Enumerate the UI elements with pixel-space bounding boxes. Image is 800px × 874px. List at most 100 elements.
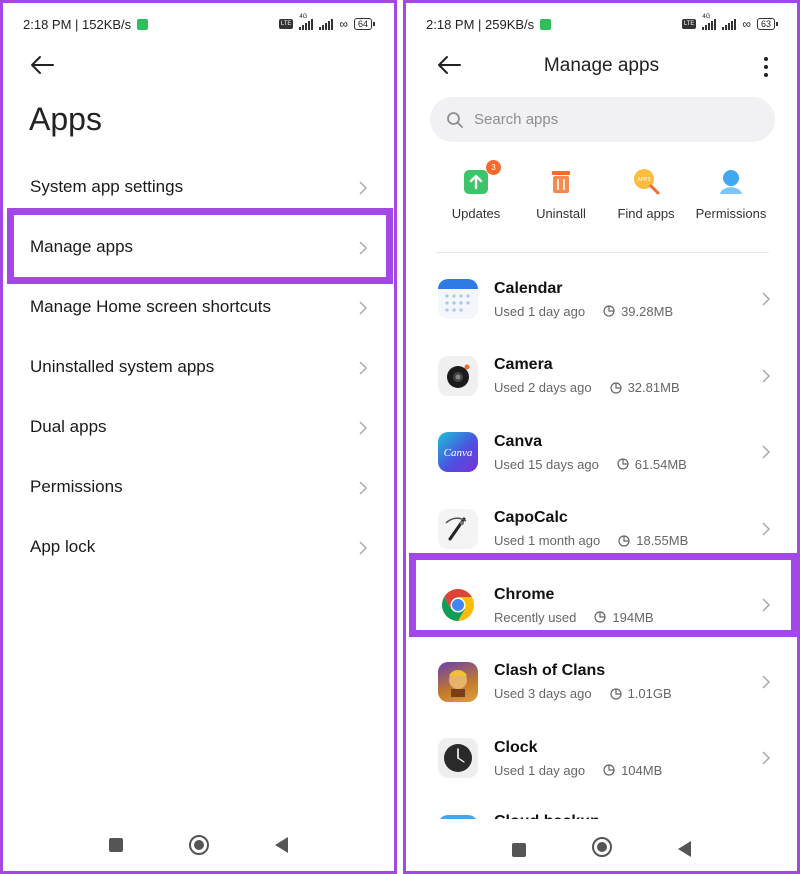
menu-item-dual-apps[interactable]: Dual apps — [3, 397, 394, 457]
signal-icon-2 — [319, 18, 334, 30]
chevron-right-icon — [358, 300, 368, 320]
back-triangle-icon[interactable] — [275, 837, 288, 853]
page-title: Apps — [29, 101, 102, 137]
right-screen: 2:18 PM | 259KB/s LTE 4G ∞ 63 Manage app… — [403, 0, 800, 874]
chevron-right-icon — [358, 480, 368, 500]
status-time: 2:18 PM | 259KB/s — [426, 16, 535, 32]
app-row-clock[interactable]: Clock Used 1 day ago 104MB — [406, 720, 797, 797]
battery-icon: 63 — [756, 18, 779, 30]
hotspot-icon: ∞ — [742, 17, 751, 31]
menu-item-permissions[interactable]: Permissions — [3, 457, 394, 517]
app-size: 39.28MB — [621, 303, 674, 319]
network-type: 4G — [702, 13, 711, 20]
chevron-right-icon — [358, 240, 368, 260]
apps-menu: System app settings Manage apps Manage H… — [3, 157, 394, 577]
chevron-right-icon — [358, 420, 368, 440]
quick-action-permissions[interactable]: Permissions — [691, 166, 771, 221]
status-bar: 2:18 PM | 259KB/s LTE 4G ∞ 63 — [426, 13, 779, 35]
storage-pie-icon — [609, 382, 622, 394]
quick-action-uninstall[interactable]: Uninstall — [521, 166, 601, 221]
quick-action-label: Find apps — [617, 206, 675, 221]
app-size: 104MB — [621, 762, 663, 778]
permissions-icon — [716, 166, 746, 196]
app-row-calendar[interactable]: Calendar Used 1 day ago 39.28MB — [406, 261, 797, 338]
menu-item-uninstalled-system-apps[interactable]: Uninstalled system apps — [3, 337, 394, 397]
app-row-capocalc[interactable]: CapoCalc Used 1 month ago 18.55MB — [406, 491, 797, 568]
home-icon[interactable] — [592, 837, 612, 857]
chevron-right-icon — [358, 360, 368, 380]
search-bar[interactable] — [430, 97, 775, 142]
updates-icon: 3 — [461, 160, 501, 196]
home-icon[interactable] — [189, 835, 209, 855]
left-screen: 2:18 PM | 152KB/s LTE 4G ∞ 64 Apps Syste… — [0, 0, 397, 874]
app-name: Clash of Clans — [494, 662, 606, 680]
find-apps-icon-text: APPS — [637, 177, 651, 183]
recents-icon[interactable] — [109, 838, 123, 852]
menu-item-label: Manage apps — [30, 237, 134, 256]
status-time: 2:18 PM | 152KB/s — [23, 16, 132, 32]
menu-item-manage-apps[interactable]: Manage apps — [3, 217, 394, 277]
chevron-right-icon — [761, 445, 771, 464]
canva-icon-text: Canva — [444, 447, 473, 459]
menu-item-label: Permissions — [30, 477, 123, 496]
menu-item-manage-home-screen-shortcuts[interactable]: Manage Home screen shortcuts — [3, 277, 394, 337]
page-title: Manage apps — [543, 55, 660, 76]
menu-item-label: Uninstalled system apps — [30, 357, 215, 376]
app-list: Calendar Used 1 day ago 39.28MB Camera Us… — [406, 261, 797, 871]
storage-pie-icon — [617, 458, 629, 470]
canva-app-icon: Canva — [438, 432, 478, 473]
quick-action-find-apps[interactable]: APPS Find apps — [606, 166, 686, 221]
volte-icon: LTE — [278, 19, 294, 29]
app-last-used: Used 1 day ago — [494, 762, 586, 778]
app-last-used: Used 1 month ago — [494, 533, 601, 549]
menu-item-label: App lock — [30, 537, 96, 556]
recents-icon[interactable] — [512, 843, 526, 857]
app-last-used: Used 15 days ago — [494, 456, 599, 472]
menu-item-label: System app settings — [30, 177, 184, 196]
notification-icon — [137, 18, 149, 30]
back-triangle-icon[interactable] — [678, 841, 691, 857]
volte-icon: LTE — [681, 19, 697, 29]
app-size: 194MB — [612, 609, 654, 625]
app-last-used: Used 3 days ago — [494, 686, 592, 702]
chevron-right-icon — [761, 369, 771, 388]
app-row-clash-of-clans[interactable]: Clash of Clans Used 3 days ago 1.01GB — [406, 644, 797, 721]
notification-icon — [540, 18, 552, 30]
app-size: 18.55MB — [636, 533, 689, 549]
storage-pie-icon — [603, 305, 615, 317]
app-size: 61.54MB — [634, 456, 687, 472]
quick-action-label: Uninstall — [536, 206, 586, 221]
search-icon — [447, 111, 463, 128]
chevron-right-icon — [761, 522, 771, 541]
chevron-right-icon — [761, 675, 771, 694]
app-last-used: Used 2 days ago — [494, 380, 592, 396]
app-row-camera[interactable]: Camera Used 2 days ago 32.81MB — [406, 338, 797, 415]
quick-action-label: Permissions — [695, 206, 767, 221]
signal-icon-2 — [722, 18, 737, 30]
storage-pie-icon — [618, 535, 630, 547]
app-last-used: Recently used — [494, 609, 577, 625]
chevron-right-icon — [761, 598, 771, 617]
app-name: Canva — [494, 432, 543, 450]
signal-icon: 4G — [299, 14, 314, 30]
search-input[interactable] — [474, 111, 714, 128]
back-arrow-icon[interactable] — [29, 53, 57, 77]
storage-pie-icon — [594, 611, 606, 623]
chrome-app-icon — [438, 585, 478, 626]
app-row-chrome[interactable]: Chrome Recently used 194MB — [406, 567, 797, 644]
app-last-used: Used 1 day ago — [494, 303, 586, 319]
quick-action-updates[interactable]: 3 Updates — [436, 160, 516, 221]
status-bar: 2:18 PM | 152KB/s LTE 4G ∞ 64 — [23, 13, 376, 35]
more-options-icon[interactable] — [763, 57, 769, 77]
divider — [436, 252, 769, 253]
app-name: Chrome — [494, 585, 555, 603]
app-name: Camera — [494, 356, 553, 374]
updates-badge: 3 — [486, 160, 501, 175]
chevron-right-icon — [358, 540, 368, 560]
battery-icon: 64 — [353, 18, 376, 30]
menu-item-system-app-settings[interactable]: System app settings — [3, 157, 394, 217]
app-row-canva[interactable]: Canva Canva Used 15 days ago 61.54MB — [406, 414, 797, 491]
app-name: Clock — [494, 738, 538, 756]
status-icons: LTE 4G ∞ 63 — [681, 13, 779, 31]
menu-item-app-lock[interactable]: App lock — [3, 517, 394, 577]
